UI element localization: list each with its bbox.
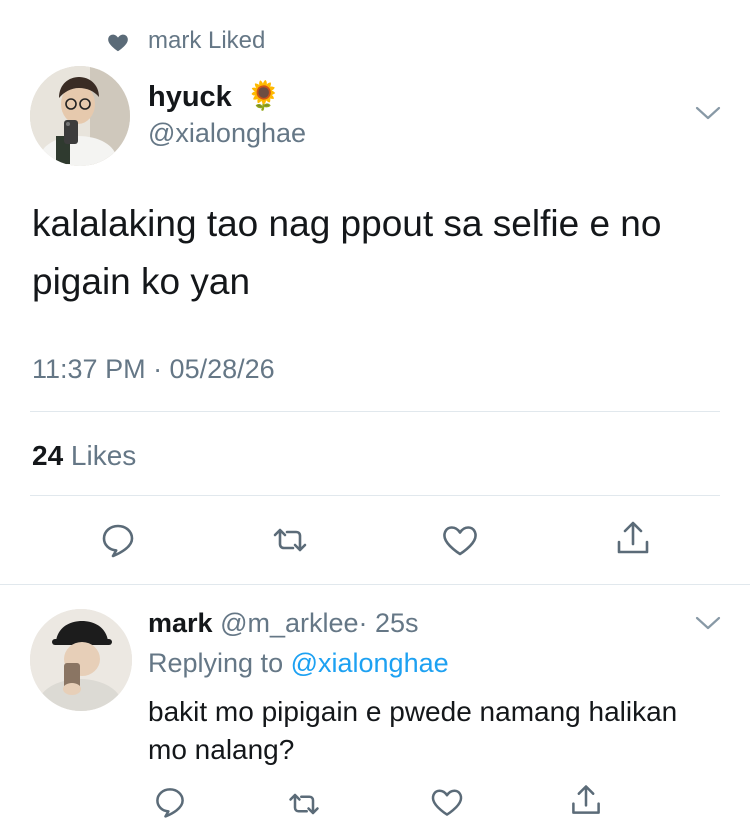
replying-to-label: Replying to <box>148 648 291 678</box>
tweet-timestamp: 11:37 PM · 05/28/26 <box>32 354 275 384</box>
sunflower-emoji: 🌻 <box>246 80 281 111</box>
reply-header: mark @m_arklee· 25s <box>148 606 419 640</box>
divider <box>30 411 720 412</box>
chevron-down-icon[interactable] <box>693 103 723 123</box>
likes-row[interactable]: 24 Likes <box>32 439 136 473</box>
likes-label: Likes <box>63 440 137 471</box>
retweet-icon[interactable] <box>270 520 310 560</box>
reply-icon[interactable] <box>152 784 188 820</box>
chevron-down-icon[interactable] <box>693 613 723 633</box>
reply-time: · 25s <box>358 608 419 638</box>
reply-handle[interactable]: @m_arklee <box>220 608 358 638</box>
username-handle[interactable]: @xialonghae <box>148 117 306 149</box>
replying-to: Replying to @xialonghae <box>148 646 449 680</box>
like-icon[interactable] <box>429 784 465 820</box>
share-icon[interactable] <box>568 782 604 818</box>
replying-to-handle-link[interactable]: @xialonghae <box>291 648 449 678</box>
reply-avatar[interactable] <box>30 609 132 711</box>
retweet-icon[interactable] <box>286 786 322 822</box>
avatar[interactable] <box>30 66 130 166</box>
divider <box>0 584 750 585</box>
reply-text: bakit mo pipigain e pwede namang halikan… <box>148 696 678 765</box>
heart-filled-icon <box>108 34 128 52</box>
like-icon[interactable] <box>440 520 480 560</box>
likes-count: 24 <box>32 440 64 471</box>
share-icon[interactable] <box>613 518 653 558</box>
reply-icon[interactable] <box>98 520 138 560</box>
tweet-text: kalalaking tao nag ppout sa selfie e no … <box>32 203 662 302</box>
display-name[interactable]: hyuck <box>148 80 232 114</box>
reply-display-name[interactable]: mark <box>148 608 213 638</box>
divider <box>30 495 720 496</box>
social-context-text: mark Liked <box>148 27 266 54</box>
